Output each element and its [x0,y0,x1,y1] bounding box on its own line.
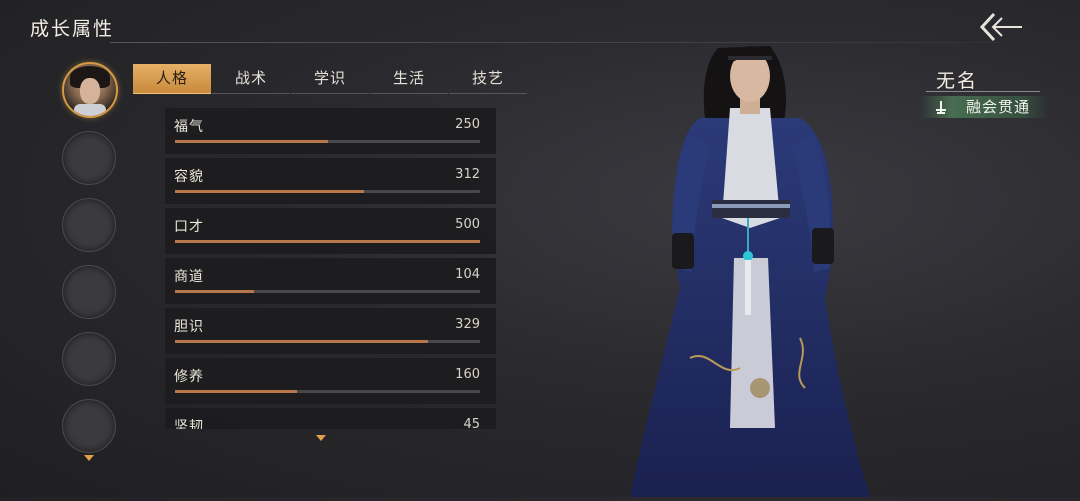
attribute-value: 104 [455,267,480,282]
attribute-name: 商道 [174,269,204,285]
attribute-value: 329 [455,317,480,332]
list-scroll-down-icon[interactable] [316,435,326,441]
attribute-name: 福气 [174,119,204,135]
attribute-value: 312 [455,167,480,182]
attribute-progress-fill [175,190,365,193]
attribute-progress-track [175,190,480,193]
attribute-progress-fill [175,140,328,143]
character-avatar-list [60,62,120,466]
attribute-row: 胆识 329 [165,308,496,354]
attribute-row: 坚韧 45 [165,408,496,429]
attribute-row: 福气 250 [165,108,496,154]
back-arrow-icon[interactable] [978,10,1026,44]
attribute-name: 坚韧 [174,419,204,429]
attribute-list[interactable]: 福气 250 容貌 312 口才 500 商道 104 胆识 329 修养 160 坚韧 45 [165,108,496,429]
attribute-row: 口才 500 [165,208,496,254]
character-title-text: 融会贯通 [966,98,1031,116]
attribute-progress-track [175,240,480,243]
tab-tactics[interactable]: 战术 [212,64,290,94]
attribute-name: 胆识 [174,319,204,335]
attribute-progress-fill [175,240,480,243]
avatar-empty-slot[interactable] [62,265,116,319]
attribute-name: 容貌 [174,169,204,185]
attribute-name: 修养 [174,369,204,385]
attribute-row: 商道 104 [165,258,496,304]
attribute-name: 口才 [174,219,204,235]
attribute-value: 160 [455,367,480,382]
attribute-progress-track [175,340,480,343]
tab-personality[interactable]: 人格 [133,64,211,94]
attribute-progress-track [175,390,480,393]
attribute-tabs: 人格 战术 学识 生活 技艺 [133,64,528,94]
character-title-badge: 融会贯通 [920,96,1048,118]
sword-rank-icon [934,99,948,115]
avatar-empty-slot[interactable] [62,332,116,386]
attribute-value: 500 [455,217,480,232]
attribute-value: 250 [455,117,480,132]
attribute-progress-fill [175,340,429,343]
tab-skills[interactable]: 技艺 [449,64,527,94]
tab-knowledge[interactable]: 学识 [291,64,369,94]
attribute-row: 修养 160 [165,358,496,404]
attribute-progress-fill [175,390,297,393]
attribute-value: 45 [463,417,480,429]
avatar-empty-slot[interactable] [62,131,116,185]
attribute-progress-track [175,140,480,143]
attribute-progress-fill [175,290,255,293]
character-name: 无名 [936,70,979,92]
name-underline [926,91,1040,92]
tab-life[interactable]: 生活 [370,64,448,94]
attribute-progress-track [175,290,480,293]
avatar-empty-slot[interactable] [62,399,116,453]
character-portrait [630,28,870,497]
avatar-selected[interactable] [62,62,118,118]
attribute-row: 容貌 312 [165,158,496,204]
page-title: 成长属性 [30,18,115,40]
avatar-scroll-down-icon[interactable] [84,455,94,461]
avatar-empty-slot[interactable] [62,198,116,252]
